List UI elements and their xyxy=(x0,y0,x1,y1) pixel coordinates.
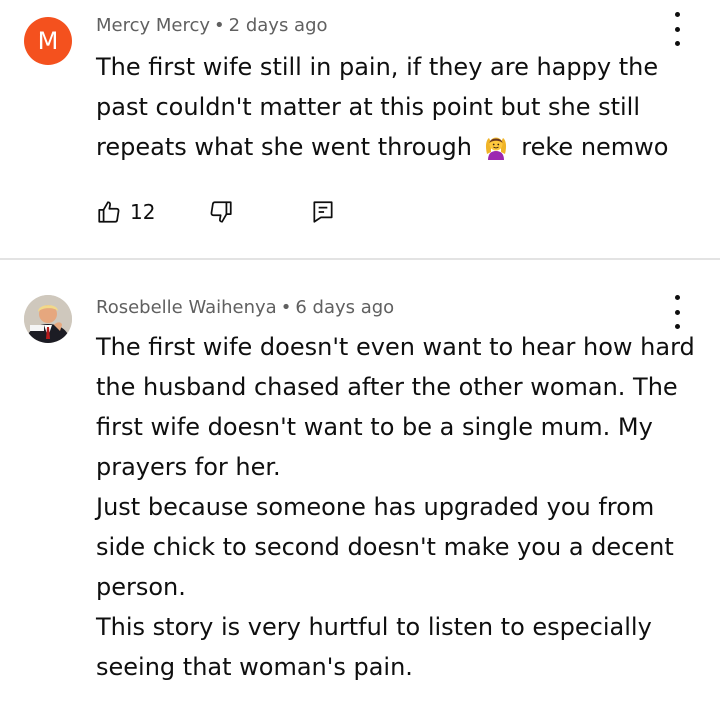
woman-raising-hands-emoji xyxy=(485,137,506,160)
comment-author[interactable]: Rosebelle Waihenya xyxy=(96,297,277,318)
like-count: 12 xyxy=(130,200,156,224)
avatar-letter: M xyxy=(37,27,59,55)
comment-divider xyxy=(0,258,720,260)
like-button[interactable]: 12 xyxy=(96,196,155,228)
thumbs-down-icon xyxy=(210,201,232,223)
comment-text: The first wife still in pain, if they ar… xyxy=(96,47,696,167)
comment-paragraph: The first wife doesn't even want to hear… xyxy=(96,333,695,481)
meta-separator: • xyxy=(214,15,225,36)
dislike-button[interactable] xyxy=(208,196,234,228)
avatar[interactable]: M xyxy=(24,17,72,65)
comment-text-part: reke nemwo xyxy=(521,133,669,161)
comment-item: Rosebelle Waihenya • 6 days ago The first … xyxy=(0,261,720,707)
reply-icon xyxy=(313,201,333,223)
meta-separator: • xyxy=(280,297,292,318)
profile-photo xyxy=(24,295,72,343)
comment-actions: 12 xyxy=(96,196,396,228)
comment-meta: Rosebelle Waihenya • 6 days ago xyxy=(96,297,394,318)
comment-meta: Mercy Mercy • 2 days ago xyxy=(96,15,328,36)
more-vertical-icon[interactable] xyxy=(670,12,684,46)
reply-button[interactable] xyxy=(310,196,336,228)
comment-paragraph: This story is very hurtful to listen to … xyxy=(96,613,652,681)
comment-author[interactable]: Mercy Mercy xyxy=(96,15,210,36)
avatar[interactable] xyxy=(24,295,72,343)
comment-time[interactable]: 2 days ago xyxy=(229,15,328,36)
thumbs-up-icon xyxy=(98,201,120,223)
comment-text: The first wife doesn't even want to hear… xyxy=(96,327,696,687)
comment-item: M Mercy Mercy • 2 days ago The first wife … xyxy=(0,0,720,259)
comment-paragraph: Just because someone has upgraded you fr… xyxy=(96,493,674,601)
more-vertical-icon[interactable] xyxy=(670,295,684,329)
comment-time[interactable]: 6 days ago xyxy=(295,297,394,318)
